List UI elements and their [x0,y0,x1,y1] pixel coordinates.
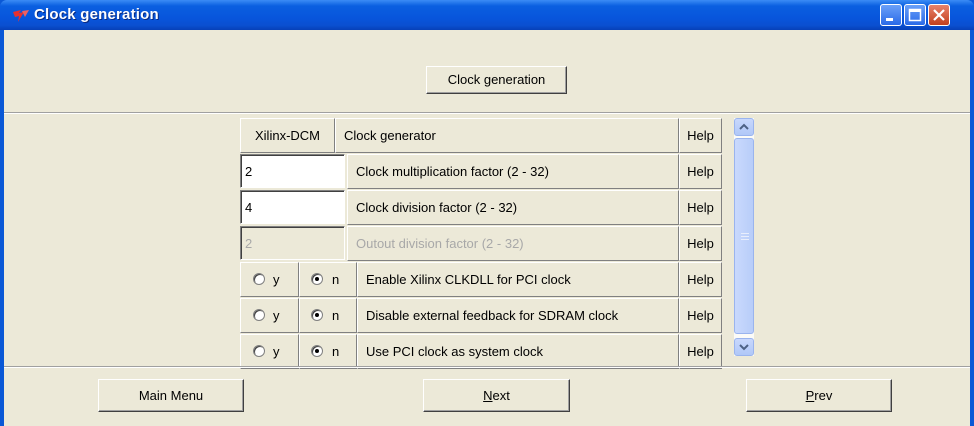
clock-division-label: Clock division factor (2 - 32) [347,190,679,225]
radio-n-label: n [332,272,340,287]
clock-generation-button[interactable]: Clock generation [426,66,567,94]
prev-label: rev [814,388,833,403]
clock-multiplication-label: Clock multiplication factor (2 - 32) [347,154,679,189]
radio-n-cell[interactable]: n [299,262,357,297]
next-label: ext [492,388,510,403]
enable-clkdll-label: Enable Xilinx CLKDLL for PCI clock [357,262,679,297]
top-divider [4,112,970,114]
prev-button[interactable]: Prev [746,379,892,412]
prev-mnemonic: P [805,388,815,403]
radio-n-cell[interactable]: n [299,334,357,369]
clock-division-input[interactable] [240,190,345,224]
title-bar[interactable]: Clock generation [0,0,974,30]
output-division-input [240,226,345,260]
scroll-thumb[interactable] [734,138,754,334]
next-mnemonic: N [483,388,493,403]
window-title: Clock generation [34,6,159,23]
bottom-divider [4,366,970,368]
radio-n-label: n [332,344,340,359]
minimize-icon [886,18,893,21]
client-area: Clock generation Xilinx-DCM Clock genera… [4,30,970,426]
close-icon [933,9,945,21]
help-button-pci-clock[interactable]: Help [679,334,722,369]
app-window: Clock generation Clock generation Xilinx… [0,0,974,426]
help-button-clkdll[interactable]: Help [679,262,722,297]
help-button-division[interactable]: Help [679,190,722,225]
radio-y[interactable] [253,345,265,357]
radio-y[interactable] [253,273,265,285]
radio-y-label: y [273,344,280,359]
chevron-up-icon [739,123,749,130]
main-menu-button[interactable]: Main Menu [98,379,244,412]
clock-generator-label: Clock generator [335,118,679,153]
maximize-button[interactable] [904,4,926,26]
radio-y-cell[interactable]: y [240,298,299,333]
scroll-down-button[interactable] [734,338,754,356]
close-button[interactable] [928,4,950,26]
radio-y[interactable] [253,309,265,321]
chevron-down-icon [739,344,749,351]
minimize-button[interactable] [880,4,902,26]
radio-n-cell[interactable]: n [299,298,357,333]
dcm-type-button[interactable]: Xilinx-DCM [240,118,335,153]
radio-y-label: y [273,308,280,323]
disable-feedback-label: Disable external feedback for SDRAM cloc… [357,298,679,333]
radio-n[interactable] [311,309,323,321]
vertical-scrollbar[interactable] [734,118,754,356]
help-button-output-division[interactable]: Help [679,226,722,261]
help-button-generator[interactable]: Help [679,118,722,153]
radio-n[interactable] [311,273,323,285]
maximize-icon [908,8,922,22]
output-division-label: Outout division factor (2 - 32) [347,226,679,261]
clock-multiplication-input[interactable] [240,154,345,188]
help-button-feedback[interactable]: Help [679,298,722,333]
next-button[interactable]: Next [423,379,570,412]
radio-y-label: y [273,272,280,287]
radio-y-cell[interactable]: y [240,334,299,369]
radio-y-cell[interactable]: y [240,262,299,297]
radio-n[interactable] [311,345,323,357]
radio-n-label: n [332,308,340,323]
help-button-multiplication[interactable]: Help [679,154,722,189]
pci-system-clock-label: Use PCI clock as system clock [357,334,679,369]
scroll-up-button[interactable] [734,118,754,136]
tk-feather-icon [13,10,29,22]
